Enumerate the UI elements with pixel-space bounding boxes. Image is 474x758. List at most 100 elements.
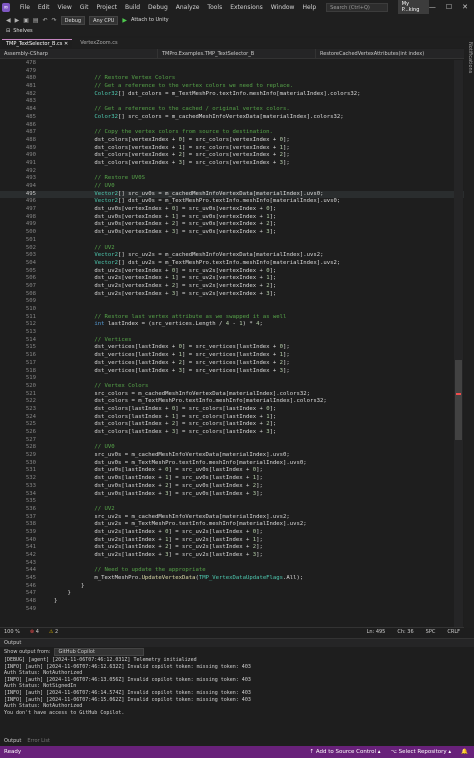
warning-count[interactable]: ⚠ 2	[49, 629, 58, 635]
code-text[interactable]: m_TextMeshPro.UpdateVertexData(TMP_Verte…	[54, 575, 303, 583]
code-text[interactable]: dst_uv2s[vertexIndex + 2] = src_uv2s[ver…	[54, 283, 276, 291]
gutter[interactable]	[40, 191, 54, 199]
whitespace-indicator[interactable]: SPC	[426, 629, 436, 635]
code-text[interactable]: dst_uv2s[lastIndex + 3] = src_uv2s[lastI…	[54, 552, 262, 560]
error-count[interactable]: ⊗ 4	[30, 629, 39, 635]
code-line[interactable]: 496 Vector2[] dst_uv0s = m_TextMeshPro.t…	[0, 198, 464, 206]
code-text[interactable]: int lastIndex = (src_vertices.Length / 4…	[54, 321, 262, 329]
gutter[interactable]	[40, 291, 54, 299]
code-text[interactable]: dst_colors[vertexIndex + 2] = src_colors…	[54, 152, 289, 160]
code-line[interactable]: 532 dst_uv0s[lastIndex + 1] = src_uv0s[l…	[0, 475, 464, 483]
zoom-level[interactable]: 100 %	[4, 629, 20, 635]
undo-icon[interactable]: ↶	[43, 17, 48, 24]
gutter[interactable]	[40, 421, 54, 429]
gutter[interactable]	[40, 129, 54, 137]
gutter[interactable]	[40, 360, 54, 368]
code-line[interactable]: 485 Color32[] src_colors = m_cachedMeshI…	[0, 114, 464, 122]
code-line[interactable]: 515 dst_vertices[lastIndex + 0] = src_ve…	[0, 344, 464, 352]
code-line[interactable]: 518 dst_vertices[lastIndex + 3] = src_ve…	[0, 368, 464, 376]
code-text[interactable]: // Copy the vertex colors from source to…	[54, 129, 273, 137]
redo-icon[interactable]: ↷	[52, 17, 57, 24]
gutter[interactable]	[40, 567, 54, 575]
menu-item-tools[interactable]: Tools	[203, 4, 226, 11]
gutter[interactable]	[40, 229, 54, 237]
gutter[interactable]	[40, 152, 54, 160]
tab-error-list[interactable]: Error List	[27, 738, 50, 744]
gutter[interactable]	[40, 391, 54, 399]
code-line[interactable]: 494 // UV0	[0, 183, 464, 191]
code-line[interactable]: 526 dst_colors[lastIndex + 3] = src_colo…	[0, 429, 464, 437]
code-text[interactable]: Color32[] src_colors = m_cachedMeshInfoV…	[54, 114, 343, 122]
code-text[interactable]: dst_colors[lastIndex + 1] = src_colors[l…	[54, 414, 276, 422]
code-line[interactable]: 487 // Copy the vertex colors from sourc…	[0, 129, 464, 137]
gutter[interactable]	[40, 260, 54, 268]
code-line[interactable]: 529 src_uv0s = m_cachedMeshInfoVertexDat…	[0, 452, 464, 460]
code-line[interactable]: 486	[0, 122, 464, 130]
gutter[interactable]	[40, 444, 54, 452]
method-dropdown[interactable]: RestoreCachedVertexAttributes(int index)	[316, 48, 474, 59]
gutter[interactable]	[40, 491, 54, 499]
gutter[interactable]	[40, 237, 54, 245]
gutter[interactable]	[40, 245, 54, 253]
code-line[interactable]: 542 dst_uv2s[lastIndex + 3] = src_uv2s[l…	[0, 552, 464, 560]
code-line[interactable]: 483	[0, 98, 464, 106]
gutter[interactable]	[40, 252, 54, 260]
gutter[interactable]	[40, 590, 54, 598]
code-text[interactable]: src_uv2s = m_cachedMeshInfoVertexData[ma…	[54, 514, 289, 522]
code-text[interactable]: dst_uv0s[vertexIndex + 3] = src_uv0s[ver…	[54, 229, 276, 237]
configuration-dropdown[interactable]: Debug	[60, 15, 86, 25]
code-line[interactable]: 505 dst_uv2s[vertexIndex + 0] = src_uv2s…	[0, 268, 464, 276]
code-line[interactable]: 548}	[0, 598, 464, 606]
maximize-icon[interactable]: ☐	[446, 3, 452, 11]
code-line[interactable]: 537 src_uv2s = m_cachedMeshInfoVertexDat…	[0, 514, 464, 522]
code-line[interactable]: 507 dst_uv2s[vertexIndex + 2] = src_uv2s…	[0, 283, 464, 291]
code-line[interactable]: 530 dst_uv0s = m_TextMeshPro.textInfo.me…	[0, 460, 464, 468]
menu-item-window[interactable]: Window	[267, 4, 299, 11]
code-line[interactable]: 492	[0, 168, 464, 176]
gutter[interactable]	[40, 98, 54, 106]
minimize-icon[interactable]: —	[429, 3, 436, 11]
code-text[interactable]: dst_uv0s[vertexIndex + 2] = src_uv0s[ver…	[54, 221, 276, 229]
code-text[interactable]: dst_colors[lastIndex + 0] = src_colors[l…	[54, 406, 276, 414]
code-text[interactable]: dst_uv2s[lastIndex + 2] = src_uv2s[lastI…	[54, 544, 262, 552]
scrollbar-thumb[interactable]	[455, 360, 462, 440]
gutter[interactable]	[40, 352, 54, 360]
gutter[interactable]	[40, 314, 54, 322]
tab-tmp-textselector-b[interactable]: TMP_TextSelector_B.cs ✕	[2, 38, 73, 48]
code-line[interactable]: 524 dst_colors[lastIndex + 1] = src_colo…	[0, 414, 464, 422]
gutter[interactable]	[40, 375, 54, 383]
code-line[interactable]: 508 dst_uv2s[vertexIndex + 3] = src_uv2s…	[0, 291, 464, 299]
gutter[interactable]	[40, 160, 54, 168]
gutter[interactable]	[40, 414, 54, 422]
menu-item-analyze[interactable]: Analyze	[172, 4, 204, 11]
gutter[interactable]	[40, 68, 54, 76]
code-text[interactable]: }	[54, 590, 70, 598]
code-text[interactable]: dst_uv2s[lastIndex + 1] = src_uv2s[lastI…	[54, 537, 262, 545]
code-line[interactable]: 527	[0, 437, 464, 445]
code-text[interactable]: dst_uv2s[vertexIndex + 3] = src_uv2s[ver…	[54, 291, 276, 299]
editor-scrollbar[interactable]	[454, 60, 463, 627]
code-text[interactable]: src_colors = m_cachedMeshInfoVertexData[…	[54, 391, 310, 399]
menu-item-project[interactable]: Project	[92, 4, 121, 11]
code-text[interactable]: Color32[] dst_colors = m_TextMeshPro.tex…	[54, 91, 360, 99]
gutter[interactable]	[40, 514, 54, 522]
column-indicator[interactable]: Ch: 36	[397, 629, 413, 635]
code-line[interactable]: 516 dst_vertices[lastIndex + 1] = src_ve…	[0, 352, 464, 360]
code-line[interactable]: 523 dst_colors[lastIndex + 0] = src_colo…	[0, 406, 464, 414]
gutter[interactable]	[40, 321, 54, 329]
code-line[interactable]: 489 dst_colors[vertexIndex + 1] = src_co…	[0, 145, 464, 153]
code-line[interactable]: 538 dst_uv2s = m_TextMeshPro.textInfo.me…	[0, 521, 464, 529]
gutter[interactable]	[40, 60, 54, 68]
code-line[interactable]: 531 dst_uv0s[lastIndex + 0] = src_uv0s[l…	[0, 467, 464, 475]
shelves-label[interactable]: Shelves	[13, 28, 32, 34]
code-text[interactable]: Vector2[] dst_uv0s = m_TextMeshPro.textI…	[54, 198, 340, 206]
code-line[interactable]: 497 dst_uv0s[vertexIndex + 0] = src_uv0s…	[0, 206, 464, 214]
gutter[interactable]	[40, 168, 54, 176]
menu-item-build[interactable]: Build	[121, 4, 144, 11]
gutter[interactable]	[40, 467, 54, 475]
code-line[interactable]: 545 m_TextMeshPro.UpdateVertexData(TMP_V…	[0, 575, 464, 583]
code-line[interactable]: 501	[0, 237, 464, 245]
gutter[interactable]	[40, 537, 54, 545]
code-line[interactable]: 522 dst_colors = m_TextMeshPro.textInfo.…	[0, 398, 464, 406]
menu-item-help[interactable]: Help	[298, 4, 320, 11]
